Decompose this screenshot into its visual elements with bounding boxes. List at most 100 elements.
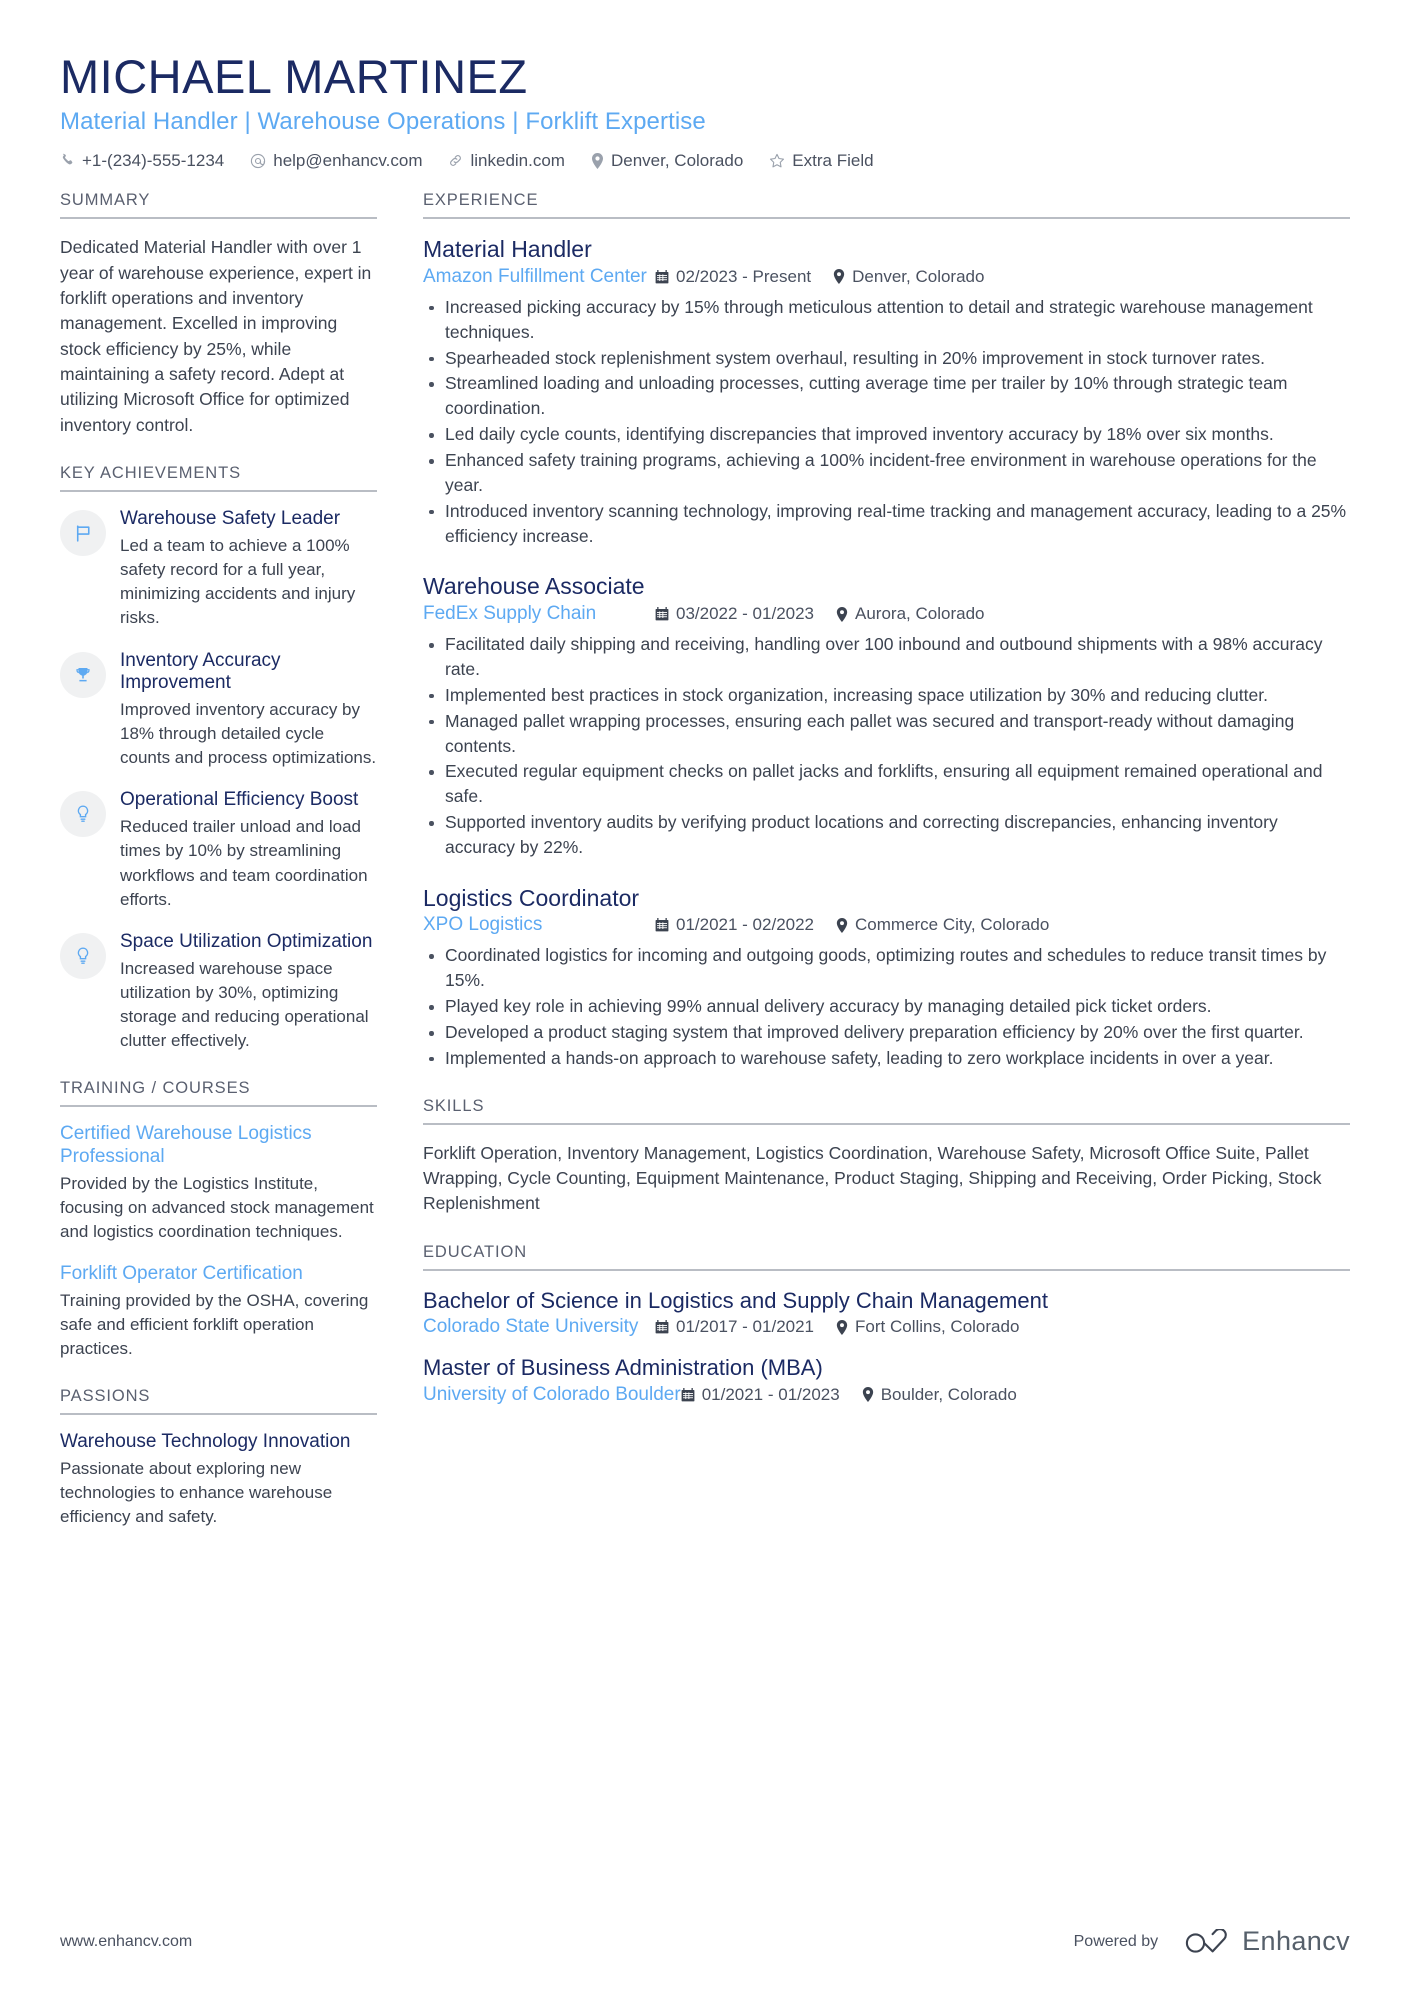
achievement-description: Improved inventory accuracy by 18% throu… xyxy=(120,700,377,768)
training-item: Forklift Operator Certification Training… xyxy=(60,1263,377,1361)
contact-link[interactable]: linkedin.com xyxy=(448,152,565,169)
achievement-description: Led a team to achieve a 100% safety reco… xyxy=(120,536,356,628)
achievement-item: Warehouse Safety Leader Led a team to ac… xyxy=(60,508,377,630)
experience-dates: 02/2023 - Present xyxy=(655,267,811,287)
bullet-item: Facilitated daily shipping and receiving… xyxy=(423,632,1350,682)
bullet-item: Executed regular equipment checks on pal… xyxy=(423,759,1350,809)
experience-location-text: Denver, Colorado xyxy=(852,266,985,286)
training-title: Certified Warehouse Logistics Profession… xyxy=(60,1123,312,1167)
section-key-achievements: KEY ACHIEVEMENTS Warehouse Safety Leader… xyxy=(60,464,377,1053)
experience-item: Logistics Coordinator XPO Logistics 01/2… xyxy=(423,884,1350,1071)
trophy-icon xyxy=(73,665,93,685)
education-dates-text: 01/2017 - 01/2021 xyxy=(676,1317,815,1337)
section-training-courses: TRAINING / COURSES Certified Warehouse L… xyxy=(60,1079,377,1361)
section-heading-key-achievements: KEY ACHIEVEMENTS xyxy=(60,464,377,493)
flag-icon xyxy=(73,523,94,544)
section-heading-education: EDUCATION xyxy=(423,1243,1350,1271)
footer-brand: Powered by Enhancv xyxy=(1074,1926,1350,1957)
education-item: Bachelor of Science in Logistics and Sup… xyxy=(423,1287,1350,1339)
experience-dates-text: 03/2022 - 01/2023 xyxy=(676,604,815,624)
contact-extra-field: Extra Field xyxy=(769,151,874,171)
bullet-item: Introduced inventory scanning technology… xyxy=(423,499,1350,549)
calendar-icon xyxy=(655,607,669,621)
powered-by-label: Powered by xyxy=(1073,1932,1159,1950)
section-heading-passions: PASSIONS xyxy=(60,1387,377,1416)
resume-page: MICHAEL MARTINEZ Material Handler | Ware… xyxy=(0,0,1410,1995)
contact-phone[interactable]: +1-(234)-555-1234 xyxy=(60,152,224,169)
education-school[interactable]: Colorado State University xyxy=(423,1316,655,1338)
bullet-item: Implemented a hands-on approach to wareh… xyxy=(423,1046,1350,1071)
calendar-icon xyxy=(681,1387,695,1402)
experience-company[interactable]: FedEx Supply Chain xyxy=(423,603,655,625)
experience-dates-text: 01/2021 - 02/2022 xyxy=(676,915,815,935)
education-location-text: Fort Collins, Colorado xyxy=(855,1317,1020,1337)
location-pin-icon xyxy=(836,917,848,933)
education-location: Boulder, Colorado xyxy=(862,1385,1017,1405)
lightbulb-icon xyxy=(74,804,92,824)
calendar-icon xyxy=(655,269,669,284)
bullet-item: Developed a product staging system that … xyxy=(423,1020,1350,1045)
experience-location: Commerce City, Colorado xyxy=(836,915,1049,935)
contact-location-text: Denver, Colorado xyxy=(610,151,744,171)
section-experience: EXPERIENCE Material Handler Amazon Fulfi… xyxy=(423,191,1350,1071)
experience-meta: XPO Logistics 01/2021 - 02/2022 Commerce… xyxy=(423,914,1350,936)
lightbulb-icon xyxy=(74,946,92,966)
training-item: Certified Warehouse Logistics Profession… xyxy=(60,1123,377,1244)
training-title: Forklift Operator Certification xyxy=(60,1263,303,1285)
enhancv-brand-name: Enhancv xyxy=(1242,1926,1350,1956)
bullet-item: Supported inventory audits by verifying … xyxy=(423,810,1350,860)
achievement-item: Space Utilization Optimization Increased… xyxy=(60,931,377,1053)
experience-location: Aurora, Colorado xyxy=(836,604,984,624)
experience-bullets: Coordinated logistics for incoming and o… xyxy=(423,943,1350,1070)
experience-role: Warehouse Associate xyxy=(423,573,645,600)
skills-list: Forklift Operation, Inventory Management… xyxy=(423,1142,1322,1214)
achievement-badge xyxy=(60,791,106,838)
experience-location-text: Commerce City, Colorado xyxy=(855,915,1050,935)
page-footer: www.enhancv.com Powered by Enhancv xyxy=(60,1926,1350,1957)
section-heading-skills: SKILLS xyxy=(423,1097,1350,1125)
achievement-badge xyxy=(60,651,106,698)
education-degree: Master of Business Administration (MBA) xyxy=(423,1355,823,1381)
resume-header: MICHAEL MARTINEZ Material Handler | Ware… xyxy=(60,50,1350,171)
training-description: Training provided by the OSHA, covering … xyxy=(60,1290,369,1359)
achievement-badge xyxy=(60,510,106,557)
education-location: Fort Collins, Colorado xyxy=(836,1317,1019,1337)
contact-extra-field-text: Extra Field xyxy=(792,151,874,171)
resume-body: SUMMARY Dedicated Material Handler with … xyxy=(60,191,1350,1555)
achievement-description: Reduced trailer unload and load times by… xyxy=(120,817,368,909)
experience-location-text: Aurora, Colorado xyxy=(855,604,985,624)
section-skills: SKILLS Forklift Operation, Inventory Man… xyxy=(423,1097,1350,1217)
location-pin-icon xyxy=(836,606,848,622)
experience-company[interactable]: XPO Logistics xyxy=(423,914,655,936)
footer-url[interactable]: www.enhancv.com xyxy=(60,1933,192,1951)
location-pin-icon xyxy=(862,1387,874,1403)
bullet-item: Spearheaded stock replenishment system o… xyxy=(423,346,1350,371)
achievement-description: Increased warehouse space utilization by… xyxy=(120,958,369,1050)
education-dates: 01/2021 - 01/2023 xyxy=(681,1385,840,1405)
achievement-title: Space Utilization Optimization xyxy=(120,930,373,952)
experience-dates-text: 02/2023 - Present xyxy=(676,266,812,286)
passion-title: Warehouse Technology Innovation xyxy=(60,1431,351,1453)
bullet-item: Implemented best practices in stock orga… xyxy=(423,683,1350,708)
bullet-item: Coordinated logistics for incoming and o… xyxy=(423,943,1350,993)
experience-company[interactable]: Amazon Fulfillment Center xyxy=(423,266,655,288)
section-summary: SUMMARY Dedicated Material Handler with … xyxy=(60,191,377,438)
contact-phone-text: +1-(234)-555-1234 xyxy=(82,151,225,171)
bullet-item: Managed pallet wrapping processes, ensur… xyxy=(423,709,1350,759)
achievement-item: Inventory Accuracy Improvement Improved … xyxy=(60,650,377,771)
candidate-name: MICHAEL MARTINEZ xyxy=(60,50,528,103)
training-description: Provided by the Logistics Institute, foc… xyxy=(60,1173,374,1241)
star-icon xyxy=(769,153,785,169)
calendar-icon xyxy=(655,1320,669,1334)
section-heading-experience: EXPERIENCE xyxy=(423,191,1350,220)
contact-email[interactable]: help@enhancv.com xyxy=(250,152,422,169)
enhancv-logo-icon xyxy=(1184,1928,1230,1955)
education-dates-text: 01/2021 - 01/2023 xyxy=(701,1384,840,1404)
achievement-item: Operational Efficiency Boost Reduced tra… xyxy=(60,789,377,911)
education-school[interactable]: University of Colorado Boulder xyxy=(423,1384,681,1406)
main-column: EXPERIENCE Material Handler Amazon Fulfi… xyxy=(415,191,1350,1432)
achievement-title: Operational Efficiency Boost xyxy=(120,789,359,811)
location-pin-icon xyxy=(591,152,604,169)
section-passions: PASSIONS Warehouse Technology Innovation… xyxy=(60,1387,377,1529)
section-heading-training-courses: TRAINING / COURSES xyxy=(60,1079,377,1108)
